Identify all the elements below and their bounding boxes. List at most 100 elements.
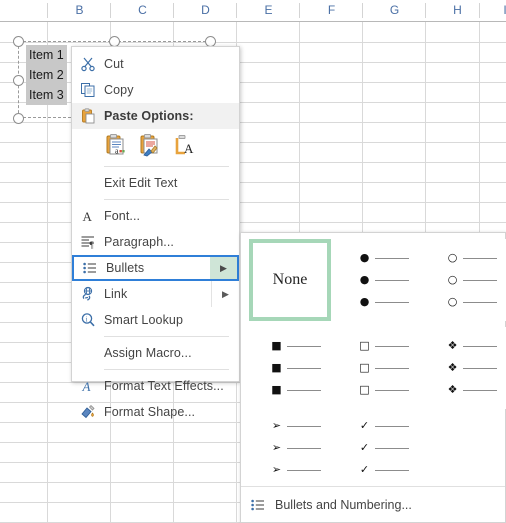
column-header-row: B C D E F G H I <box>0 0 506 21</box>
bullet-glyph: ■ <box>271 339 282 352</box>
menu-item-format-text-effects[interactable]: A Format Text Effects... <box>72 373 239 399</box>
bullet-glyph: ○ <box>447 295 458 308</box>
svg-text:A: A <box>82 379 91 394</box>
header-bottom-rule <box>0 21 506 22</box>
chevron-right-icon[interactable]: ▶ <box>210 257 237 279</box>
svg-text:A: A <box>83 209 93 224</box>
bullet-glyph: ❖ <box>447 361 458 374</box>
bullet-line <box>375 345 409 347</box>
menu-item-paste-options: Paste Options: <box>72 103 239 129</box>
menu-item-assign-macro[interactable]: Assign Macro... <box>72 340 239 366</box>
gallery-item-bullet-hollow-square[interactable]: □ □ □ <box>351 327 433 409</box>
menu-item-font[interactable]: A Font... <box>72 203 239 229</box>
bullet-glyph: ■ <box>271 361 282 374</box>
svg-text:a: a <box>115 147 119 156</box>
paste-text-icon[interactable]: A <box>172 133 198 159</box>
bullet-line <box>287 425 321 427</box>
column-header-E[interactable]: E <box>237 0 300 21</box>
bullets-icon <box>74 255 106 281</box>
gallery-item-bullet-diamond[interactable]: ❖ ❖ ❖ <box>439 327 506 409</box>
menu-item-label: Paragraph... <box>104 235 174 249</box>
menu-item-label: Format Text Effects... <box>104 379 224 393</box>
svg-text:A: A <box>184 141 194 156</box>
shape-text-line-3[interactable]: Item 3 <box>26 85 67 105</box>
menu-separator <box>104 166 229 167</box>
bullet-glyph: ■ <box>271 383 282 396</box>
column-header-B[interactable]: B <box>48 0 111 21</box>
menu-item-exit-edit-text[interactable]: Exit Edit Text <box>72 170 239 196</box>
bullet-glyph: ➢ <box>271 441 282 454</box>
gallery-item-bullet-checkmark[interactable]: ✓ ✓ ✓ <box>351 409 433 487</box>
format-shape-icon <box>72 399 104 425</box>
menu-item-label: Bullets and Numbering... <box>275 498 412 512</box>
paste-a-icon[interactable]: a <box>104 133 130 159</box>
clipboard-icon <box>72 103 104 129</box>
menu-item-label: Cut <box>104 57 124 71</box>
column-header-I[interactable]: I <box>480 0 506 21</box>
bullet-line <box>287 447 321 449</box>
menu-item-label: Smart Lookup <box>104 313 184 327</box>
bullet-line <box>375 447 409 449</box>
column-header-C[interactable]: C <box>111 0 174 21</box>
bullet-line <box>463 279 497 281</box>
gallery-item-bullet-filled-square[interactable]: ■ ■ ■ <box>263 327 345 409</box>
menu-item-label: Paste Options: <box>104 109 194 123</box>
menu-item-smart-lookup[interactable]: i Smart Lookup <box>72 307 239 333</box>
context-menu: Cut Copy Paste Options: a A Exit Edit Te… <box>71 46 240 419</box>
bullet-glyph: □ <box>359 361 370 374</box>
gallery-item-bullet-none[interactable]: None <box>249 239 331 321</box>
shape-handle-bottom-left[interactable] <box>13 113 24 124</box>
bullet-line <box>375 367 409 369</box>
bullet-line <box>463 367 497 369</box>
no-icon <box>72 340 104 366</box>
bullet-glyph: ○ <box>447 251 458 264</box>
bullets-submenu: None ● ● ● ○ ○ ○ ■ ■ ■ □ □ □ ❖ ❖ ❖ ➢ ➢ ➢… <box>240 232 506 523</box>
menu-item-bullets[interactable]: Bullets ▶ <box>72 255 239 281</box>
gallery-item-bullet-arrow[interactable]: ➢ ➢ ➢ <box>263 409 345 487</box>
bullet-glyph: ● <box>359 273 370 286</box>
svg-text:i: i <box>86 315 88 323</box>
menu-separator <box>104 199 229 200</box>
bullet-glyph: ➢ <box>271 419 282 432</box>
scissors-icon <box>72 51 104 77</box>
paste-brush-icon[interactable] <box>138 133 164 159</box>
gallery-none-label: None <box>272 271 308 288</box>
chevron-right-icon[interactable]: ▶ <box>211 281 239 307</box>
menu-item-label: Assign Macro... <box>104 346 192 360</box>
gallery-item-bullet-hollow-round[interactable]: ○ ○ ○ <box>439 239 506 321</box>
menu-item-bullets-and-numbering[interactable]: Bullets and Numbering... <box>241 487 505 523</box>
bullet-line <box>463 257 497 259</box>
column-header-D[interactable]: D <box>174 0 237 21</box>
bullet-glyph: ❖ <box>447 339 458 352</box>
bullet-line <box>375 279 409 281</box>
bullet-glyph: ➢ <box>271 463 282 476</box>
link-icon <box>72 281 104 307</box>
menu-item-label: Format Shape... <box>104 405 196 419</box>
bullet-line <box>375 425 409 427</box>
copy-icon <box>72 77 104 103</box>
bullet-line <box>287 367 321 369</box>
menu-item-link[interactable]: Link ▶ <box>72 281 239 307</box>
gallery-item-bullet-filled-round[interactable]: ● ● ● <box>351 239 433 321</box>
bullet-glyph: ✓ <box>359 419 370 432</box>
column-header-F[interactable]: F <box>300 0 363 21</box>
bullets-icon <box>241 497 275 513</box>
column-header-G[interactable]: G <box>363 0 426 21</box>
shape-text-line-1[interactable]: Item 1 <box>26 45 67 65</box>
font-a-icon: A <box>72 203 104 229</box>
bullet-line <box>375 469 409 471</box>
shape-text-line-2[interactable]: Item 2 <box>26 65 67 85</box>
paragraph-icon: ¶ <box>72 229 104 255</box>
magnifier-icon: i <box>72 307 104 333</box>
no-icon <box>72 170 104 196</box>
bullet-glyph: □ <box>359 339 370 352</box>
menu-item-format-shape[interactable]: Format Shape... <box>72 399 239 425</box>
shape-handle-top-left[interactable] <box>13 36 24 47</box>
menu-item-copy[interactable]: Copy <box>72 77 239 103</box>
shape-handle-mid-left[interactable] <box>13 75 24 86</box>
menu-item-paragraph[interactable]: ¶ Paragraph... <box>72 229 239 255</box>
text-effects-icon: A <box>72 373 104 399</box>
menu-item-cut[interactable]: Cut <box>72 51 239 77</box>
bullet-line <box>287 389 321 391</box>
bullet-line <box>287 469 321 471</box>
